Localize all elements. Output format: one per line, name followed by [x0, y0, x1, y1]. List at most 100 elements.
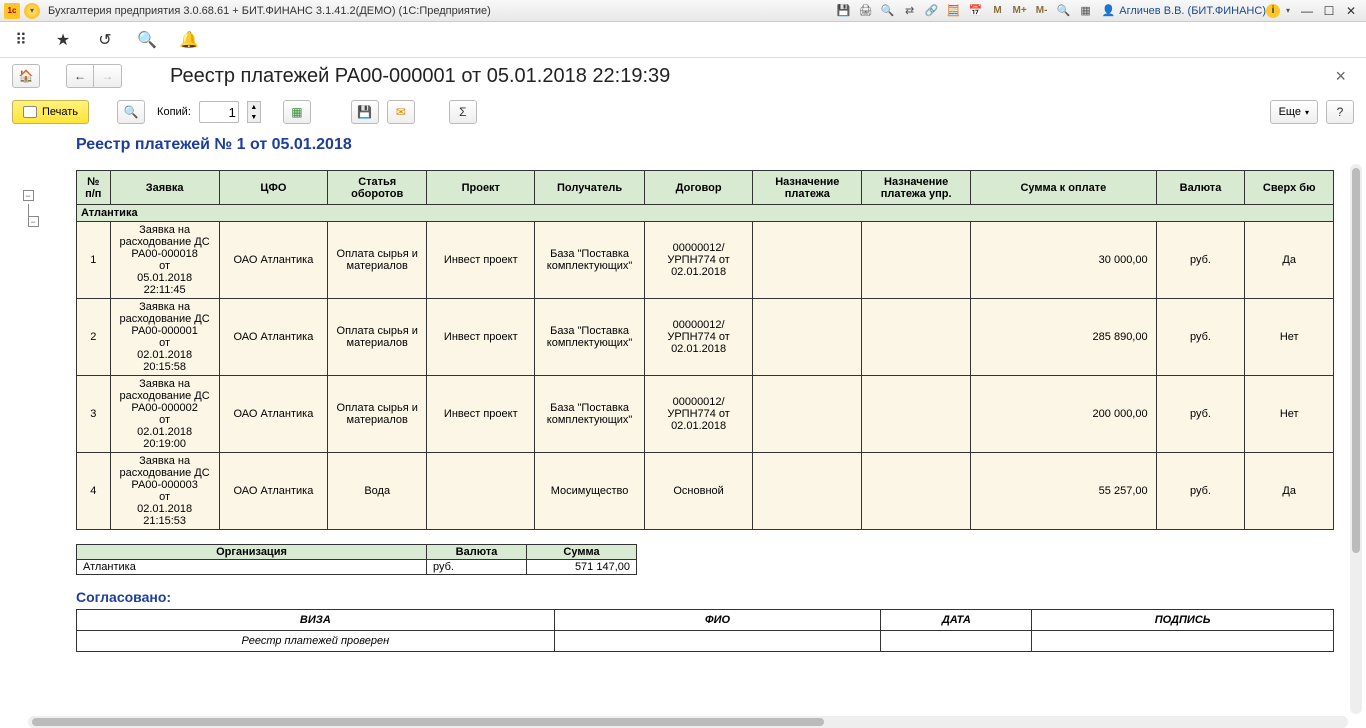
cell-proj: Инвест проект — [427, 222, 535, 299]
outline-gutter: − − — [0, 130, 56, 718]
col-header: Получатель — [535, 171, 645, 205]
copies-input[interactable] — [199, 101, 239, 123]
memory-mplus[interactable]: M+ — [1012, 3, 1028, 19]
cell-naznu — [862, 299, 971, 376]
more-button[interactable]: Еще ▾ — [1270, 100, 1318, 124]
content-area: − − Реестр платежей № 1 от 05.01.2018 № … — [0, 130, 1366, 718]
cell-over: Да — [1245, 453, 1334, 530]
spreadsheet-button[interactable]: ▦ — [283, 100, 311, 124]
print-label: Печать — [42, 106, 78, 118]
signature-table: ВИЗАФИОДАТАПОДПИСЬ Реестр платежей прове… — [76, 609, 1334, 652]
close-window-button[interactable]: ✕ — [1340, 3, 1362, 19]
app-menu-dropdown-icon[interactable]: ▾ — [24, 3, 40, 19]
cell-nazn — [753, 376, 862, 453]
home-button[interactable]: 🏠 — [12, 64, 40, 88]
cell-over: Нет — [1245, 299, 1334, 376]
outline-collapse-2[interactable]: − — [28, 216, 39, 227]
cell-naznu — [862, 376, 971, 453]
col-header: Валюта — [1156, 171, 1245, 205]
app-title: Бухгалтерия предприятия 3.0.68.61 + БИТ.… — [48, 5, 491, 17]
sign-date — [881, 631, 1032, 652]
cell-cur: руб. — [1156, 222, 1245, 299]
link-icon[interactable]: 🔗 — [924, 3, 940, 19]
col-header: Сверх бю — [1245, 171, 1334, 205]
cell-dogovor: 00000012/УРПН774 от 02.01.2018 — [644, 376, 753, 453]
cell-dogovor: 00000012/УРПН774 от 02.01.2018 — [644, 299, 753, 376]
history-icon[interactable]: ↺ — [96, 31, 114, 49]
memory-mminus[interactable]: M- — [1034, 3, 1050, 19]
col-header: Статья оборотов — [328, 171, 427, 205]
cell-recv: База "Поставка комплектующих" — [535, 376, 645, 453]
close-page-button[interactable]: × — [1327, 66, 1354, 87]
nav-row: 🏠 ← → Реестр платежей РА00-000001 от 05.… — [0, 58, 1366, 94]
cell-naznu — [862, 453, 971, 530]
user-name: Агличев В.В. (БИТ.ФИНАНС) — [1119, 5, 1266, 17]
col-header: Заявка — [110, 171, 219, 205]
cell-recv: База "Поставка комплектующих" — [535, 299, 645, 376]
sign-col-header: ВИЗА — [77, 610, 555, 631]
cell-cfo: ОАО Атлантика — [219, 222, 328, 299]
minimize-button[interactable]: — — [1296, 3, 1318, 19]
print-icon[interactable]: 🖨 — [858, 3, 874, 19]
cell-over: Нет — [1245, 376, 1334, 453]
summary-cur: руб. — [427, 560, 527, 575]
outline-collapse-1[interactable]: − — [23, 190, 34, 201]
apps-icon[interactable]: ⠿ — [12, 31, 30, 49]
calendar-icon[interactable]: 📅 — [968, 3, 984, 19]
cell-sum: 200 000,00 — [971, 376, 1157, 453]
sum-button[interactable]: Σ — [449, 100, 477, 124]
summary-col-header: Сумма — [527, 545, 637, 560]
cell-dogovor: Основной — [644, 453, 753, 530]
help-button[interactable]: ? — [1326, 100, 1354, 124]
memory-m[interactable]: M — [990, 3, 1006, 19]
sign-col-header: ДАТА — [881, 610, 1032, 631]
favorite-icon[interactable]: ★ — [54, 31, 72, 49]
save-icon[interactable]: 💾 — [836, 3, 852, 19]
page-title: Реестр платежей РА00-000001 от 05.01.201… — [170, 65, 670, 88]
horizontal-scrollbar[interactable] — [28, 716, 1348, 728]
sign-col-header: ФИО — [554, 610, 881, 631]
approved-title: Согласовано: — [76, 589, 1334, 605]
cell-cur: руб. — [1156, 299, 1245, 376]
action-toolbar: Печать 🔍 Копий: ▲▼ ▦ 💾 ✉ Σ Еще ▾ ? — [0, 94, 1366, 130]
cell-cur: руб. — [1156, 453, 1245, 530]
email-button[interactable]: ✉ — [387, 100, 415, 124]
forward-button[interactable]: → — [94, 64, 122, 88]
zoom-icon[interactable]: 🔍 — [1056, 3, 1072, 19]
document-scroll[interactable]: Реестр платежей № 1 от 05.01.2018 № п/пЗ… — [56, 130, 1366, 718]
col-header: Проект — [427, 171, 535, 205]
cell-zayavka: Заявка на расходование ДС РА00-000018 от… — [110, 222, 219, 299]
summary-col-header: Валюта — [427, 545, 527, 560]
info-dropdown-icon[interactable]: ▾ — [1280, 3, 1296, 19]
cell-cfo: ОАО Атлантика — [219, 299, 328, 376]
back-button[interactable]: ← — [66, 64, 94, 88]
save-disk-button[interactable]: 💾 — [351, 100, 379, 124]
cell-sum: 30 000,00 — [971, 222, 1157, 299]
vertical-scrollbar[interactable] — [1350, 164, 1362, 714]
preview-button[interactable]: 🔍 — [117, 100, 145, 124]
cell-stat: Оплата сырья и материалов — [328, 376, 427, 453]
table-icon[interactable]: ▦ — [1078, 3, 1094, 19]
info-icon[interactable]: i — [1266, 4, 1280, 18]
cell-nazn — [753, 299, 862, 376]
calculator-icon[interactable]: 🧮 — [946, 3, 962, 19]
search-icon[interactable]: 🔍 — [138, 31, 156, 49]
cell-n: 2 — [77, 299, 111, 376]
notifications-icon[interactable]: 🔔 — [180, 31, 198, 49]
print-button[interactable]: Печать — [12, 100, 89, 124]
copies-spinner[interactable]: ▲▼ — [247, 101, 261, 123]
cell-cfo: ОАО Атлантика — [219, 453, 328, 530]
cell-nazn — [753, 222, 862, 299]
preview-icon[interactable]: 🔍 — [880, 3, 896, 19]
maximize-button[interactable]: ☐ — [1318, 3, 1340, 19]
top-toolbar: ⠿ ★ ↺ 🔍 🔔 — [0, 22, 1366, 58]
user-chip[interactable]: 👤 Агличев В.В. (БИТ.ФИНАНС) — [1102, 4, 1266, 17]
cell-over: Да — [1245, 222, 1334, 299]
cell-proj: Инвест проект — [427, 376, 535, 453]
summary-sum: 571 147,00 — [527, 560, 637, 575]
cell-zayavka: Заявка на расходование ДС РА00-000001 от… — [110, 299, 219, 376]
sign-fio — [554, 631, 881, 652]
col-header: Договор — [644, 171, 753, 205]
compare-icon[interactable]: ⇄ — [902, 3, 918, 19]
summary-col-header: Организация — [77, 545, 427, 560]
